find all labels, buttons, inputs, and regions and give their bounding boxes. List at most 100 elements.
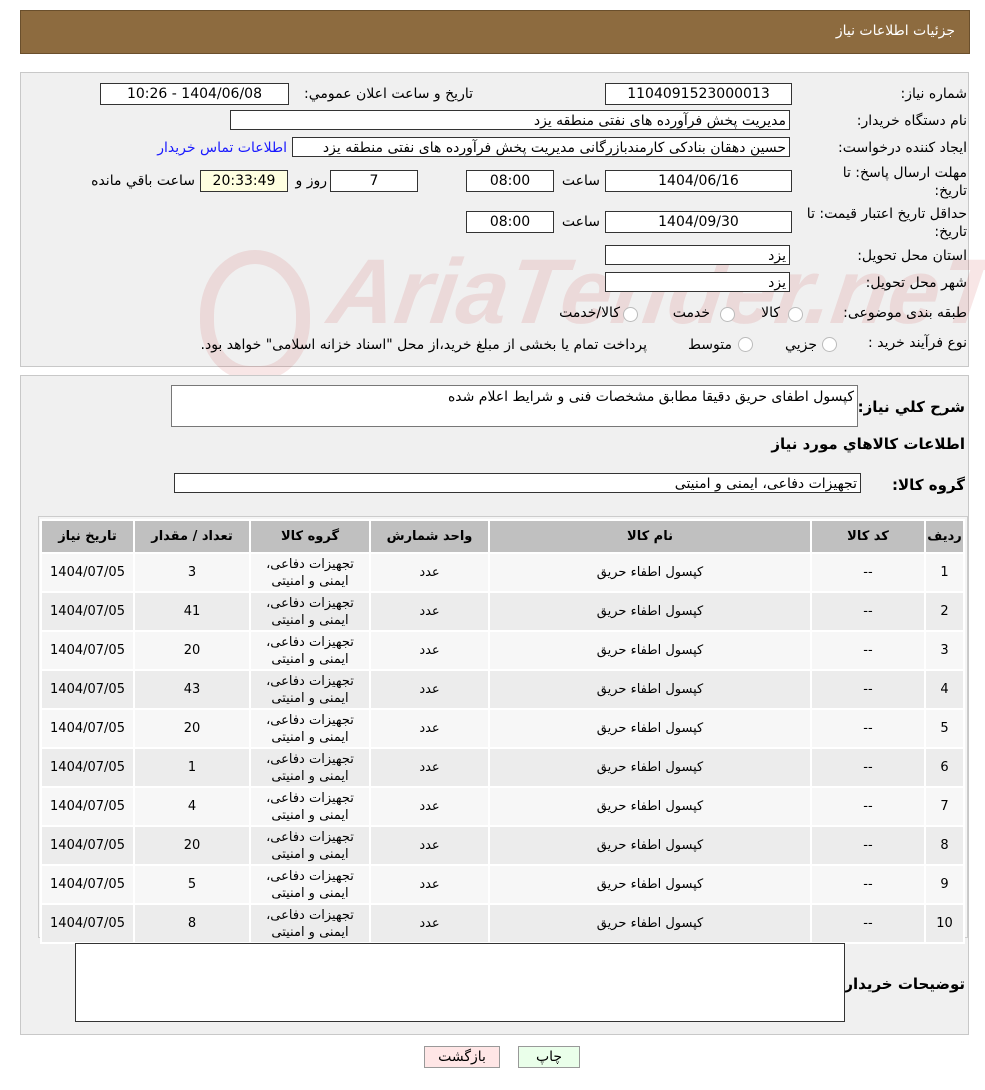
remaining-label: ساعت باقي مانده <box>91 173 195 189</box>
cell-quantity: 4 <box>133 786 251 827</box>
cell-quantity: 20 <box>133 825 251 866</box>
cell-need-date: 1404/07/05 <box>40 747 135 788</box>
cell-item-group: تجهیزات دفاعی، ایمنی و امنیتی <box>249 591 371 632</box>
cell-unit: عدد <box>369 825 490 866</box>
buyer-notes-field[interactable] <box>75 943 845 1022</box>
cell-item-name: کپسول اطفاء حریق <box>488 669 812 710</box>
cell-row-number: 4 <box>924 669 965 710</box>
province-label: استان محل تحویل: <box>857 248 967 264</box>
cell-item-name: کپسول اطفاء حریق <box>488 864 812 905</box>
validity-date-field: 1404/09/30 <box>605 211 792 233</box>
deadline-time-field: 08:00 <box>466 170 554 192</box>
process-radio-medium[interactable] <box>738 337 753 352</box>
cell-unit: عدد <box>369 786 490 827</box>
table-row: 10 -- کپسول اطفاء حریق عدد تجهیزات دفاعی، ای… <box>40 903 965 944</box>
deadline-label: مهلت ارسال پاسخ: تا تاریخ: <box>842 165 967 199</box>
category-radio-both[interactable] <box>623 307 638 322</box>
category-option-goods: کالا <box>761 305 780 321</box>
group-field: تجهیزات دفاعی، ایمنی و امنیتی <box>174 473 861 493</box>
page-header: جزئیات اطلاعات نیاز <box>20 10 970 54</box>
cell-need-date: 1404/07/05 <box>40 552 135 593</box>
cell-item-name: کپسول اطفاء حریق <box>488 903 812 944</box>
process-option-medium: متوسط <box>688 337 732 353</box>
cell-need-date: 1404/07/05 <box>40 786 135 827</box>
cell-row-number: 10 <box>924 903 965 944</box>
back-button[interactable]: بازگشت <box>424 1046 500 1068</box>
cell-quantity: 3 <box>133 552 251 593</box>
cell-item-name: کپسول اطفاء حریق <box>488 825 812 866</box>
cell-quantity: 20 <box>133 630 251 671</box>
cell-item-group: تجهیزات دفاعی، ایمنی و امنیتی <box>249 903 371 944</box>
cell-item-code: -- <box>810 669 926 710</box>
table-row: 3 -- کپسول اطفاء حریق عدد تجهیزات دفاعی، ایم… <box>40 630 965 671</box>
cell-quantity: 1 <box>133 747 251 788</box>
category-label: طبقه بندی موضوعی: <box>843 305 967 321</box>
cell-item-group: تجهیزات دفاعی، ایمنی و امنیتی <box>249 630 371 671</box>
cell-item-code: -- <box>810 552 926 593</box>
cell-row-number: 7 <box>924 786 965 827</box>
category-radio-goods[interactable] <box>788 307 803 322</box>
cell-item-code: -- <box>810 825 926 866</box>
table-row: 7 -- کپسول اطفاء حریق عدد تجهیزات دفاعی، ایم… <box>40 786 965 827</box>
city-field: یزد <box>605 272 790 292</box>
cell-item-name: کپسول اطفاء حریق <box>488 708 812 749</box>
cell-item-group: تجهیزات دفاعی، ایمنی و امنیتی <box>249 708 371 749</box>
group-label: گروه کالا: <box>892 476 965 494</box>
cell-row-number: 2 <box>924 591 965 632</box>
col-group: گروه کالا <box>249 519 371 554</box>
col-date: تاریخ نیاز <box>40 519 135 554</box>
cell-item-code: -- <box>810 903 926 944</box>
desc-label: شرح کلي نیاز: <box>857 398 965 416</box>
cell-item-group: تجهیزات دفاعی، ایمنی و امنیتی <box>249 825 371 866</box>
print-button[interactable]: چاپ <box>518 1046 580 1068</box>
cell-item-group: تجهیزات دفاعی، ایمنی و امنیتی <box>249 669 371 710</box>
desc-field[interactable]: کپسول اطفای حریق دقیقا مطابق مشخصات فنی … <box>171 385 858 427</box>
deadline-time-label: ساعت <box>561 173 600 189</box>
cell-item-name: کپسول اطفاء حریق <box>488 786 812 827</box>
table-row: 2 -- کپسول اطفاء حریق عدد تجهیزات دفاعی، ایم… <box>40 591 965 632</box>
creator-field: حسین دهقان بنادکی کارمندبازرگانی مدیریت … <box>292 137 790 157</box>
deadline-date-field: 1404/06/16 <box>605 170 792 192</box>
cell-row-number: 3 <box>924 630 965 671</box>
validity-time-label: ساعت <box>561 214 600 230</box>
col-qty: تعداد / مقدار <box>133 519 251 554</box>
cell-item-group: تجهیزات دفاعی، ایمنی و امنیتی <box>249 786 371 827</box>
category-radio-service[interactable] <box>720 307 735 322</box>
cell-row-number: 8 <box>924 825 965 866</box>
days-field: 7 <box>330 170 418 192</box>
need-number-field: 1104091523000013 <box>605 83 792 105</box>
table-row: 1 -- کپسول اطفاء حریق عدد تجهیزات دفاعی، ایم… <box>40 552 965 593</box>
cell-item-group: تجهیزات دفاعی، ایمنی و امنیتی <box>249 552 371 593</box>
process-option-minor: جزيي <box>785 337 817 353</box>
buyer-notes-label: توضیحات خریدار: <box>838 975 965 993</box>
buyer-org-label: نام دستگاه خریدار: <box>856 113 967 129</box>
cell-item-code: -- <box>810 591 926 632</box>
watermark-logo-icon <box>200 250 310 380</box>
cell-quantity: 41 <box>133 591 251 632</box>
buyer-org-field: مدیریت پخش فرآورده های نفتی منطقه یزد <box>230 110 790 130</box>
cell-unit: عدد <box>369 591 490 632</box>
cell-unit: عدد <box>369 903 490 944</box>
col-name: نام کالا <box>488 519 812 554</box>
cell-quantity: 8 <box>133 903 251 944</box>
validity-time-field: 08:00 <box>466 211 554 233</box>
cell-item-code: -- <box>810 786 926 827</box>
announce-field: 1404/06/08 - 10:26 <box>100 83 289 105</box>
creator-label: ایجاد کننده درخواست: <box>838 140 967 156</box>
table-row: 5 -- کپسول اطفاء حریق عدد تجهیزات دفاعی، ایم… <box>40 708 965 749</box>
cell-item-code: -- <box>810 708 926 749</box>
cell-item-code: -- <box>810 864 926 905</box>
cell-item-code: -- <box>810 747 926 788</box>
goods-title: اطلاعات کالاهاي مورد نیاز <box>771 435 965 453</box>
cell-item-name: کپسول اطفاء حریق <box>488 630 812 671</box>
cell-item-name: کپسول اطفاء حریق <box>488 552 812 593</box>
cell-quantity: 5 <box>133 864 251 905</box>
cell-unit: عدد <box>369 552 490 593</box>
cell-row-number: 1 <box>924 552 965 593</box>
buyer-contact-link[interactable]: اطلاعات تماس خریدار <box>157 140 287 156</box>
process-radio-minor[interactable] <box>822 337 837 352</box>
cell-need-date: 1404/07/05 <box>40 903 135 944</box>
province-field: یزد <box>605 245 790 265</box>
col-row: ردیف <box>924 519 965 554</box>
cell-row-number: 5 <box>924 708 965 749</box>
